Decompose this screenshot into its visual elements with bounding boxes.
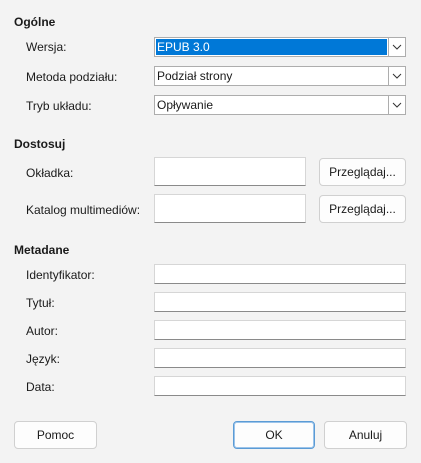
version-select[interactable]: EPUB 3.0: [154, 37, 406, 57]
layout-mode-label: Tryb układu:: [26, 99, 92, 113]
layout-mode-select[interactable]: Opływanie: [154, 95, 406, 115]
cover-browse-button[interactable]: Przeglądaj...: [319, 158, 406, 186]
language-field[interactable]: [154, 348, 406, 368]
layout-mode-select-value: Opływanie: [157, 98, 214, 112]
date-label: Data:: [26, 380, 55, 394]
title-label: Tytuł:: [26, 296, 55, 310]
split-method-label: Metoda podziału:: [26, 70, 118, 84]
media-folder-label: Katalog multimediów:: [26, 203, 141, 217]
version-label: Wersja:: [26, 40, 67, 54]
language-label: Język:: [26, 352, 61, 366]
split-method-select[interactable]: Podział strony: [154, 66, 406, 86]
help-button[interactable]: Pomoc: [14, 421, 97, 449]
identifier-field[interactable]: [154, 264, 406, 284]
chevron-down-icon[interactable]: [388, 38, 405, 56]
author-label: Autor:: [26, 324, 59, 338]
cancel-button[interactable]: Anuluj: [324, 421, 407, 449]
ok-button[interactable]: OK: [233, 421, 315, 449]
media-folder-input[interactable]: [154, 194, 306, 223]
chevron-down-icon[interactable]: [388, 67, 405, 85]
version-select-value: EPUB 3.0: [156, 39, 387, 55]
section-title-metadata: Metadane: [14, 243, 70, 257]
section-title-general: Ogólne: [14, 15, 56, 29]
media-folder-browse-button[interactable]: Przeglądaj...: [319, 195, 406, 223]
cover-label: Okładka:: [26, 166, 74, 180]
split-method-select-value: Podział strony: [157, 69, 233, 83]
section-title-customize: Dostosuj: [14, 137, 66, 151]
title-field[interactable]: [154, 292, 406, 312]
date-field[interactable]: [154, 376, 406, 396]
cover-input[interactable]: [154, 157, 306, 186]
chevron-down-icon[interactable]: [388, 96, 405, 114]
author-field[interactable]: [154, 320, 406, 340]
identifier-label: Identyfikator:: [26, 268, 95, 282]
